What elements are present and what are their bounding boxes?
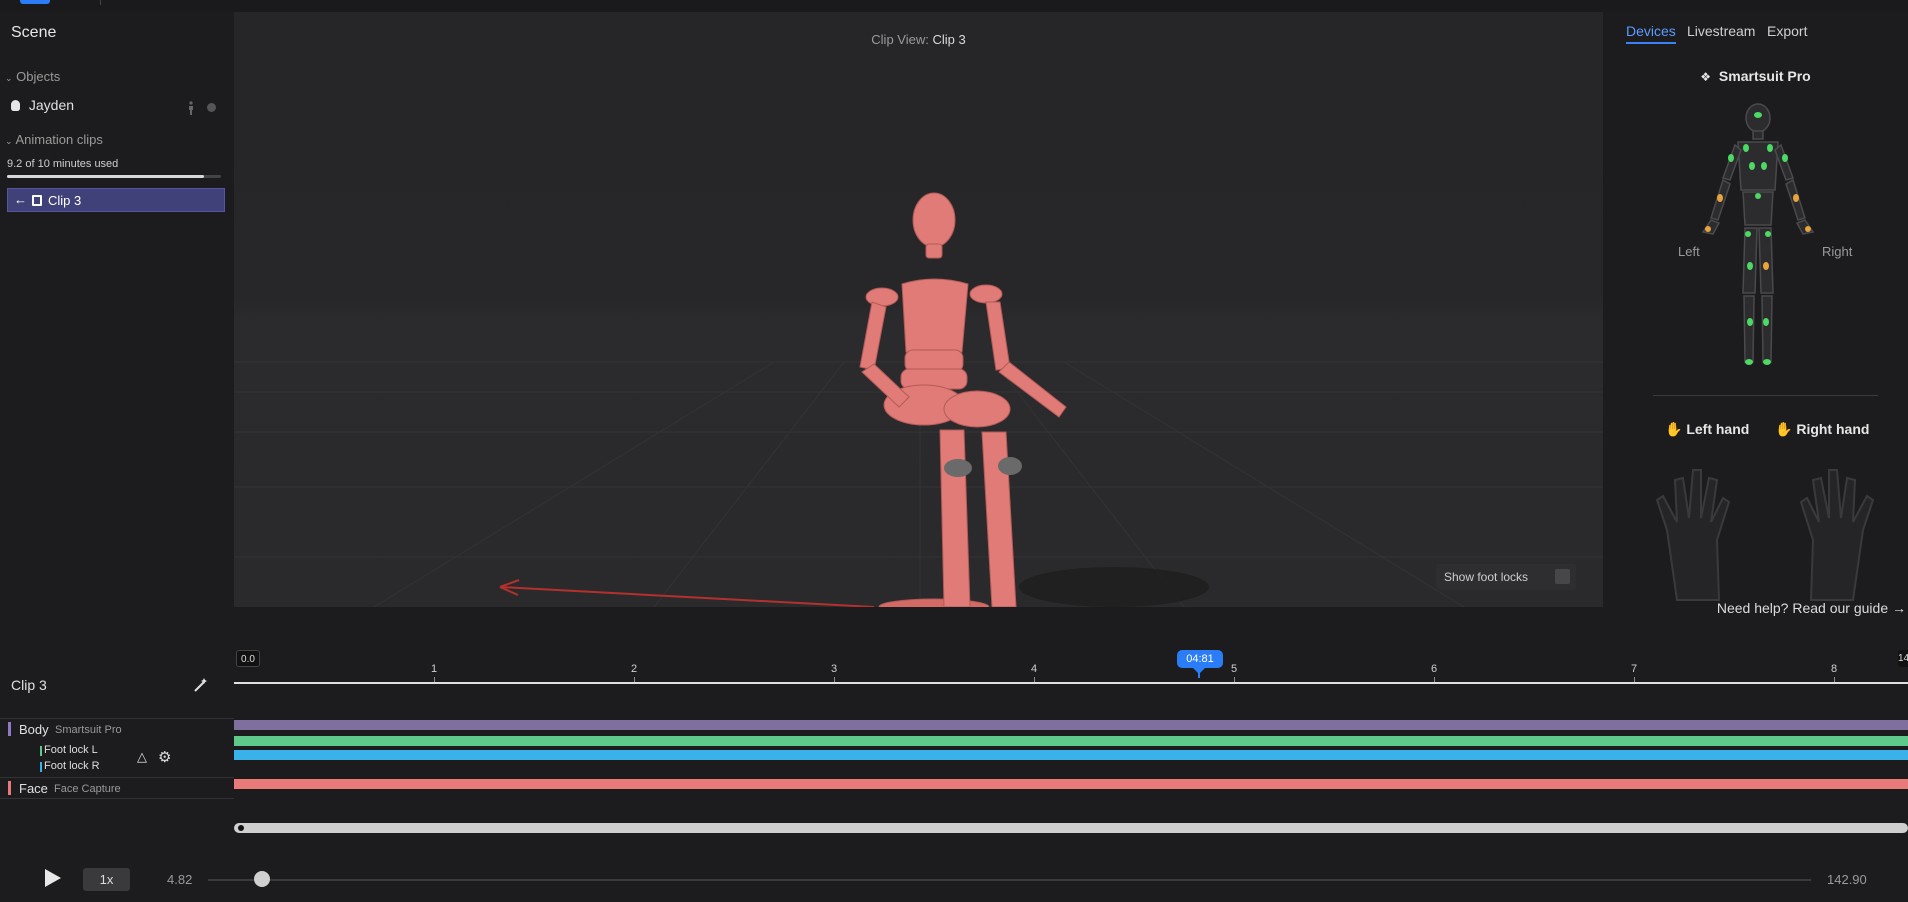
timeline-ruler[interactable]: 0.0 04:81 14 1 2 3 4 5 6 7 8 <box>234 650 1908 686</box>
ruler-tick-label: 3 <box>831 663 838 675</box>
viewport-scene <box>234 192 1603 607</box>
show-foot-locks-toggle[interactable]: Show foot locks <box>1436 564 1576 590</box>
hand-icon: ✋ <box>1665 421 1683 437</box>
left-hand-header: ✋ Left hand <box>1665 421 1749 438</box>
foot-lock-l-marker <box>40 746 42 756</box>
suit-title-label: Smartsuit Pro <box>1718 68 1811 84</box>
clip-label: Clip 3 <box>48 193 82 208</box>
object-item-jayden[interactable]: Jayden <box>11 97 74 113</box>
clip-view-title: Clip View: Clip 3 <box>234 32 1603 47</box>
show-foot-locks-checkbox[interactable] <box>1555 569 1570 584</box>
timeline-scrollbar[interactable] <box>234 823 1908 833</box>
clip-item-clip-3[interactable]: ← Clip 3 <box>7 188 225 212</box>
body-track-bar[interactable] <box>234 720 1908 730</box>
chevron-down-icon: ⌄ <box>5 73 13 83</box>
left-hand-label: Left hand <box>1686 421 1750 437</box>
mannequin-joints <box>944 457 1022 477</box>
actor-head-icon <box>11 100 20 111</box>
suit-device-icon[interactable] <box>186 101 196 120</box>
playhead-handle[interactable] <box>1193 668 1205 674</box>
right-glove-icon <box>1799 469 1875 601</box>
back-arrow-icon[interactable]: ← <box>14 192 27 207</box>
top-strip <box>0 0 1908 12</box>
chevron-down-icon: ⌄ <box>5 136 13 146</box>
foot-lock-r-label: Foot lock R <box>44 760 100 772</box>
right-hand-label: Right hand <box>1796 421 1870 437</box>
suit-title: ❖ Smartsuit Pro <box>1603 68 1908 84</box>
label-right: Right <box>1822 244 1853 259</box>
scene-panel: Scene ⌄ Objects Jayden ⌄ Animation clips… <box>0 12 234 608</box>
film-icon <box>32 195 42 206</box>
ruler-tick-label: 8 <box>1831 663 1838 675</box>
end-time-badge: 14 <box>1898 650 1908 667</box>
ruler-tick-label: 7 <box>1631 663 1638 675</box>
foot-lock-r-marker <box>40 762 42 772</box>
playback-speed-button[interactable]: 1x <box>83 868 130 891</box>
tab-export[interactable]: Export <box>1767 23 1807 39</box>
body-track-device: Smartsuit Pro <box>55 724 122 736</box>
tab-devices[interactable]: Devices <box>1626 23 1676 44</box>
face-track-marker <box>8 781 11 795</box>
hand-icon: ✋ <box>1775 421 1793 437</box>
playback-slider-knob[interactable] <box>254 871 271 887</box>
timeline-clip-name: Clip 3 <box>11 677 47 693</box>
help-link[interactable]: Need help? Read our guide → <box>1717 600 1906 616</box>
face-device-icon[interactable] <box>207 103 216 112</box>
foot-lock-l-label: Foot lock L <box>44 744 98 756</box>
playhead-time-badge[interactable]: 04:81 <box>1177 650 1223 668</box>
track-separator <box>0 718 234 719</box>
x-axis-line <box>499 586 875 607</box>
usage-bar-fill <box>7 175 204 178</box>
devices-panel: Devices Livestream Export ❖ Smartsuit Pr… <box>1603 12 1908 622</box>
ruler-tick-label: 2 <box>631 663 638 675</box>
playback-slider[interactable] <box>208 879 1811 881</box>
usage-text: 9.2 of 10 minutes used <box>7 158 119 170</box>
ruler-tick-label: 4 <box>1031 663 1038 675</box>
object-name: Jayden <box>28 97 75 113</box>
track-separator <box>0 798 234 799</box>
right-hand-header: ✋ Right hand <box>1775 421 1869 438</box>
start-time-badge: 0.0 <box>236 650 260 667</box>
usage-bar <box>7 175 221 178</box>
foot-lock-tool-icon[interactable]: △ <box>137 749 147 765</box>
person-icon: ❖ <box>1700 70 1712 84</box>
clip-view-prefix: Clip View: <box>871 32 929 47</box>
timeline-range-line <box>234 682 1908 684</box>
body-track-label: Body <box>19 722 49 737</box>
mannequin-figure <box>859 192 1067 607</box>
face-track-bar[interactable] <box>234 779 1908 789</box>
foot-lock-r-track-bar[interactable] <box>234 750 1908 760</box>
body-track-marker <box>8 722 11 736</box>
objects-section-header[interactable]: ⌄ Objects <box>5 69 60 84</box>
end-time: 142.90 <box>1827 872 1867 887</box>
face-track-device: Face Capture <box>54 783 121 795</box>
figure-shadow <box>1019 567 1209 607</box>
magic-wand-icon[interactable] <box>192 676 210 699</box>
current-time: 4.82 <box>167 872 193 887</box>
show-foot-locks-label: Show foot locks <box>1444 570 1529 584</box>
active-top-tab[interactable] <box>20 0 50 4</box>
clip-view-name: Clip 3 <box>932 32 966 47</box>
ruler-tick-label: 5 <box>1231 663 1238 675</box>
ruler-tick-label: 6 <box>1431 663 1438 675</box>
face-track-label: Face <box>19 781 48 796</box>
3d-viewport[interactable]: Clip View: Clip 3 Show foot locks <box>234 12 1603 607</box>
gear-icon[interactable]: ⚙ <box>158 748 171 766</box>
play-button[interactable] <box>45 869 61 887</box>
scrollbar-handle[interactable] <box>238 825 244 831</box>
scene-title: Scene <box>11 24 57 41</box>
left-glove-icon <box>1655 469 1731 601</box>
animation-clips-header[interactable]: ⌄ Animation clips <box>5 132 103 147</box>
foot-lock-l-track-bar[interactable] <box>234 736 1908 746</box>
track-separator <box>0 777 234 778</box>
label-left: Left <box>1678 244 1700 259</box>
animation-clips-label: Animation clips <box>15 132 103 147</box>
top-separator <box>100 0 101 5</box>
tab-livestream[interactable]: Livestream <box>1687 23 1755 39</box>
ruler-tick-label: 1 <box>431 663 438 675</box>
suit-body-diagram <box>1701 103 1815 365</box>
panel-divider <box>1653 395 1878 396</box>
objects-header-label: Objects <box>16 69 61 84</box>
